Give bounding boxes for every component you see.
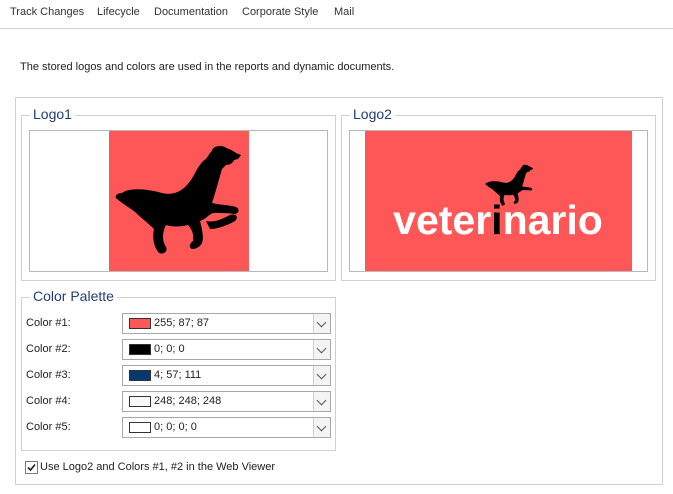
color-4-select[interactable]: 248; 248; 248 <box>122 391 331 412</box>
logo2-wordmark: veterinario <box>393 197 603 243</box>
logo1-title: Logo1 <box>30 106 75 122</box>
logo2-title: Logo2 <box>350 106 395 122</box>
color-3-swatch <box>129 370 151 381</box>
color-1-select[interactable]: 255; 87; 87 <box>122 313 331 334</box>
web-viewer-checkbox-label[interactable]: Use Logo2 and Colors #1, #2 in the Web V… <box>40 461 275 473</box>
color-4-value: 248; 248; 248 <box>154 395 222 407</box>
logo1-group: Logo1 <box>21 106 336 281</box>
color-3-value: 4; 57; 111 <box>154 369 202 381</box>
checkmark-icon <box>27 463 36 472</box>
tab-mail[interactable]: Mail <box>334 6 354 18</box>
web-viewer-checkbox[interactable] <box>25 461 38 474</box>
color-2-value: 0; 0; 0 <box>154 343 185 355</box>
color-1-value: 255; 87; 87 <box>154 317 210 329</box>
color-1-swatch <box>129 318 151 329</box>
chevron-down-icon <box>316 317 327 328</box>
logo1-image-box[interactable] <box>29 130 328 272</box>
color-5-value: 0; 0; 0; 0 <box>154 421 197 433</box>
logo1-dog-image <box>109 131 249 271</box>
chevron-down-icon <box>316 395 327 406</box>
tab-documentation[interactable]: Documentation <box>154 6 228 18</box>
color-3-select[interactable]: 4; 57; 111 <box>122 365 331 386</box>
color-2-label: Color #2: <box>26 343 71 355</box>
color-4-swatch <box>129 396 151 407</box>
color-2-select[interactable]: 0; 0; 0 <box>122 339 331 360</box>
color-4-dropdown-button[interactable] <box>313 392 330 411</box>
color-2-dropdown-button[interactable] <box>313 340 330 359</box>
tab-bar: Track Changes Lifecycle Documentation Co… <box>0 0 673 29</box>
color-2-swatch <box>129 344 151 355</box>
color-5-select[interactable]: 0; 0; 0; 0 <box>122 417 331 438</box>
logo2-group: Logo2 veterinario <box>341 106 656 281</box>
color-palette-title: Color Palette <box>30 288 117 304</box>
color-3-label: Color #3: <box>26 369 71 381</box>
chevron-down-icon <box>316 421 327 432</box>
tab-lifecycle[interactable]: Lifecycle <box>97 6 140 18</box>
chevron-down-icon <box>316 343 327 354</box>
color-5-label: Color #5: <box>26 421 71 433</box>
color-1-label: Color #1: <box>26 317 71 329</box>
logo2-veterinario-image: veterinario <box>365 131 632 271</box>
color-5-dropdown-button[interactable] <box>313 418 330 437</box>
tab-track-changes[interactable]: Track Changes <box>10 6 84 18</box>
description-text: The stored logos and colors are used in … <box>20 61 395 73</box>
logo2-image-box[interactable]: veterinario <box>349 130 648 272</box>
color-4-label: Color #4: <box>26 395 71 407</box>
color-3-dropdown-button[interactable] <box>313 366 330 385</box>
color-5-swatch <box>129 422 151 433</box>
tab-corporate-style[interactable]: Corporate Style <box>242 6 318 18</box>
color-1-dropdown-button[interactable] <box>313 314 330 333</box>
chevron-down-icon <box>316 369 327 380</box>
